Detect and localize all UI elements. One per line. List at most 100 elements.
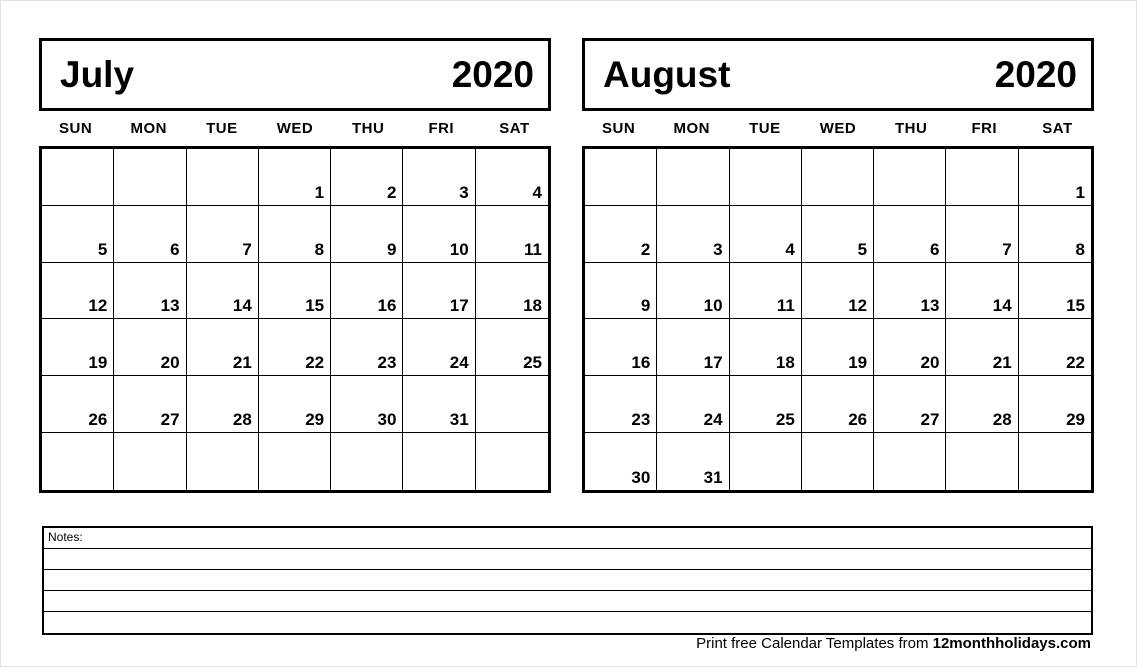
calendar-page: July 2020 SUN MON TUE WED THU FRI SAT 1 … xyxy=(0,0,1137,667)
day-cell[interactable]: 31 xyxy=(657,432,730,490)
day-cell[interactable]: 29 xyxy=(258,376,332,433)
day-cell[interactable]: 14 xyxy=(186,262,259,320)
day-cell[interactable]: 15 xyxy=(258,262,332,320)
day-cell[interactable]: 8 xyxy=(1018,206,1091,263)
day-cell[interactable]: 17 xyxy=(657,319,730,377)
day-cell[interactable]: 4 xyxy=(729,205,802,263)
day-cell[interactable]: 1 xyxy=(258,149,332,206)
day-cell[interactable] xyxy=(730,432,802,490)
day-cell[interactable]: 15 xyxy=(1018,263,1091,320)
day-cell[interactable]: 7 xyxy=(946,205,1019,263)
notes-blank-line[interactable] xyxy=(44,549,1091,570)
day-cell[interactable]: 14 xyxy=(946,262,1019,320)
day-cell[interactable] xyxy=(874,149,947,206)
day-cell[interactable]: 23 xyxy=(585,376,658,433)
day-cell[interactable]: 2 xyxy=(331,149,404,206)
day-cell[interactable]: 2 xyxy=(585,205,658,263)
day-cell[interactable] xyxy=(802,432,875,490)
day-cell[interactable]: 10 xyxy=(657,262,730,320)
day-cell[interactable]: 21 xyxy=(946,319,1019,377)
day-cell[interactable]: 1 xyxy=(1018,149,1091,206)
day-cell[interactable] xyxy=(42,149,115,206)
day-cell[interactable]: 21 xyxy=(186,319,259,377)
day-cell[interactable] xyxy=(114,149,187,206)
day-cell[interactable]: 22 xyxy=(258,319,332,377)
day-cell[interactable] xyxy=(585,149,658,206)
day-cell[interactable]: 9 xyxy=(331,205,404,263)
day-cell[interactable]: 25 xyxy=(475,319,548,377)
day-cell[interactable]: 16 xyxy=(585,319,658,377)
day-cell[interactable]: 22 xyxy=(1018,319,1091,377)
day-cell[interactable]: 4 xyxy=(475,149,548,206)
day-cell[interactable]: 28 xyxy=(186,376,259,433)
footer-site-link[interactable]: 12monthholidays.com xyxy=(933,635,1091,652)
day-cell[interactable]: 19 xyxy=(42,319,115,377)
notes-box[interactable]: Notes: xyxy=(42,526,1093,635)
day-cell[interactable]: 17 xyxy=(403,262,476,320)
day-cell[interactable]: 5 xyxy=(801,205,875,263)
day-cell[interactable] xyxy=(729,149,802,206)
day-cell[interactable]: 29 xyxy=(1018,376,1091,433)
day-number: 21 xyxy=(992,353,1012,373)
day-cell[interactable]: 12 xyxy=(801,262,875,320)
day-cell[interactable]: 7 xyxy=(186,205,259,263)
day-cell[interactable]: 27 xyxy=(874,376,947,433)
day-cell[interactable]: 20 xyxy=(874,319,947,377)
day-cell[interactable]: 12 xyxy=(42,262,115,320)
day-cell[interactable] xyxy=(114,432,187,490)
day-cell[interactable]: 16 xyxy=(331,262,404,320)
day-number: 16 xyxy=(631,353,651,373)
day-cell[interactable] xyxy=(42,432,115,490)
day-cell[interactable]: 18 xyxy=(729,319,802,377)
day-number: 18 xyxy=(523,296,542,316)
day-cell[interactable] xyxy=(1019,433,1091,490)
day-cell[interactable]: 20 xyxy=(114,319,187,377)
day-cell[interactable]: 26 xyxy=(42,376,115,433)
day-cell[interactable]: 18 xyxy=(475,263,548,320)
day-cell[interactable] xyxy=(403,432,476,490)
day-cell[interactable] xyxy=(186,149,259,206)
day-cell[interactable] xyxy=(946,149,1019,206)
day-cell[interactable]: 28 xyxy=(946,376,1019,433)
day-cell[interactable]: 23 xyxy=(331,319,404,377)
day-cell[interactable]: 6 xyxy=(874,205,947,263)
day-cell[interactable]: 3 xyxy=(403,149,476,206)
month-title-july: July 2020 xyxy=(39,38,551,111)
day-cell[interactable]: 31 xyxy=(403,376,476,433)
day-cell[interactable]: 13 xyxy=(874,262,947,320)
day-cell[interactable]: 11 xyxy=(729,262,802,320)
day-cell[interactable]: 19 xyxy=(801,319,875,377)
month-year-july: 2020 xyxy=(451,54,534,95)
day-cell[interactable] xyxy=(331,432,404,490)
notes-blank-line[interactable] xyxy=(44,570,1091,591)
day-cell[interactable]: 24 xyxy=(403,319,476,377)
day-number: 25 xyxy=(775,409,795,429)
month-title-august: August 2020 xyxy=(582,38,1094,111)
day-cell[interactable] xyxy=(475,376,548,433)
day-cell[interactable] xyxy=(657,149,730,206)
day-cell[interactable]: 26 xyxy=(801,376,875,433)
day-cell[interactable]: 6 xyxy=(114,205,187,263)
weekday-header-row-august: SUN MON TUE WED THU FRI SAT xyxy=(582,111,1094,146)
day-cell[interactable] xyxy=(874,432,947,490)
day-cell[interactable]: 24 xyxy=(657,376,730,433)
notes-blank-line[interactable] xyxy=(44,612,1091,633)
day-cell[interactable] xyxy=(187,432,259,490)
day-cell[interactable]: 9 xyxy=(585,262,658,320)
day-cell[interactable]: 8 xyxy=(258,205,332,263)
day-cell[interactable]: 11 xyxy=(475,206,548,263)
day-cell[interactable]: 10 xyxy=(403,205,476,263)
day-cell[interactable]: 3 xyxy=(657,205,730,263)
day-cell[interactable] xyxy=(476,433,548,490)
day-cell[interactable]: 5 xyxy=(42,205,115,263)
day-cell[interactable]: 30 xyxy=(585,432,658,490)
day-cell[interactable]: 27 xyxy=(114,376,187,433)
day-cell[interactable]: 25 xyxy=(729,376,802,433)
day-cell[interactable] xyxy=(259,432,332,490)
notes-blank-line[interactable] xyxy=(44,591,1091,612)
day-cell[interactable]: 13 xyxy=(114,262,187,320)
day-number: 24 xyxy=(703,409,723,429)
day-cell[interactable] xyxy=(946,432,1019,490)
day-cell[interactable] xyxy=(801,149,875,206)
day-cell[interactable]: 30 xyxy=(331,376,404,433)
